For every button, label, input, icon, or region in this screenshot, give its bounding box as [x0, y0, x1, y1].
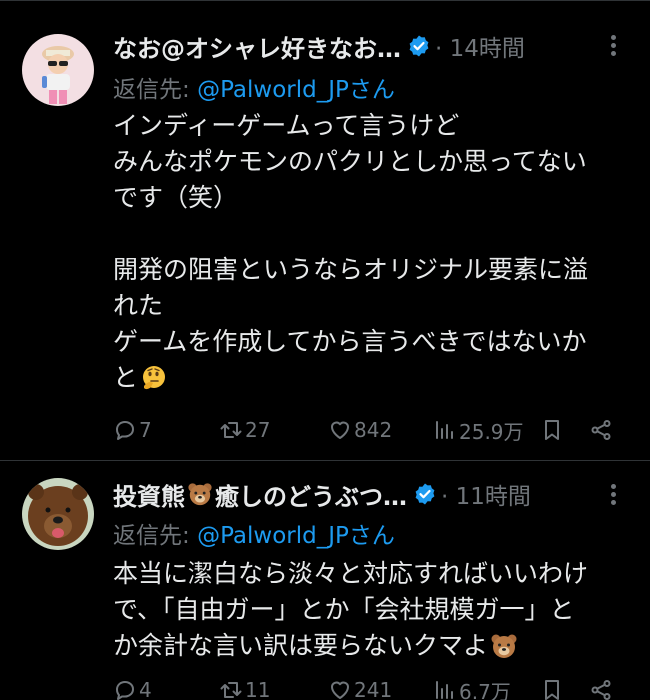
text-line: インディーゲームって言うけど [113, 111, 460, 140]
heart-icon [331, 421, 349, 439]
share-icon [591, 420, 611, 440]
text-line: れた [113, 291, 164, 320]
retweet-icon [220, 422, 242, 438]
bear-face-icon [188, 483, 212, 506]
like-count: 241 [354, 678, 393, 700]
bookmark-button[interactable] [540, 410, 566, 450]
bear-face-icon [491, 634, 517, 658]
action-bar: 4 11 241 6.7万 [113, 670, 632, 700]
retweet-button[interactable]: 27 [219, 410, 270, 450]
text-line-with-emoji: か余計な言い訳は要らないクマよ [113, 628, 633, 664]
reply-prefix: 返信先: [113, 77, 198, 103]
author-name-suffix[interactable]: 癒しのどうぶつ… [215, 477, 407, 512]
text-line: 開発の阻害というならオリジナル要素に溢 [113, 255, 589, 284]
like-button[interactable]: 241 [328, 670, 392, 700]
avatar[interactable] [22, 34, 94, 106]
avatar[interactable] [22, 478, 94, 550]
more-options-icon[interactable] [598, 482, 628, 506]
view-count: 25.9万 [459, 419, 524, 444]
retweet-icon [220, 682, 242, 698]
tweet-text: 本当に潔白なら淡々と対応すればいいわけ で、「自由ガー」とか「会社規模ガ一」と … [113, 556, 633, 664]
tweet-text: インディーゲームって言うけど みんなポケモンのパクリとしか思ってない です（笑）… [113, 108, 633, 396]
share-icon [591, 680, 611, 700]
views-chart-icon [436, 421, 453, 439]
text-line: で、「自由ガー」とか「会社規模ガ一」と [113, 595, 575, 624]
reply-button[interactable]: 7 [113, 410, 152, 450]
action-bar: 7 27 842 25.9万 [113, 410, 632, 450]
text-line [113, 216, 633, 252]
reply-count: 4 [139, 678, 152, 700]
reply-button[interactable]: 4 [113, 670, 152, 700]
text-line: と [113, 363, 139, 392]
reply-to-line: 返信先: @Palworld_JPさん [113, 516, 395, 550]
text-line: みんなポケモンのパクリとしか思ってない [113, 147, 587, 176]
text-line: ゲームを作成してから言うべきではないか [113, 327, 587, 356]
views-chart-icon [436, 681, 453, 699]
verified-badge-icon [409, 35, 429, 57]
like-count: 842 [354, 418, 393, 442]
reply-to-line: 返信先: @Palworld_JPさん [113, 70, 395, 104]
author-name[interactable]: 投資熊 [113, 477, 185, 512]
reply-icon [116, 681, 134, 700]
verified-badge-icon [415, 483, 435, 505]
tweet-1[interactable]: なお@オシャレ好きなお… · 14時間 返信先: @Palworld_JPさん … [0, 0, 650, 461]
tweet-header: 投資熊 癒しのどうぶつ… · 11時間 [113, 476, 630, 512]
tweet-header: なお@オシャレ好きなお… · 14時間 [113, 28, 630, 64]
bookmark-icon [545, 680, 559, 700]
view-count: 6.7万 [459, 679, 511, 700]
more-options-icon[interactable] [598, 33, 628, 57]
tweet-2[interactable]: 投資熊 癒しのどうぶつ… · 11時間 返信先: @Palworld_JPさん … [0, 462, 650, 700]
reply-icon [116, 421, 134, 440]
reply-handle-link[interactable]: @Palworld_JPさん [197, 523, 395, 549]
timestamp[interactable]: · 11時間 [441, 477, 531, 511]
reply-prefix: 返信先: [113, 523, 198, 549]
share-button[interactable] [589, 410, 615, 450]
retweet-count: 11 [245, 678, 271, 700]
timestamp[interactable]: · 14時間 [435, 29, 525, 63]
views-button[interactable]: 6.7万 [433, 670, 511, 700]
bookmark-icon [545, 420, 559, 440]
like-button[interactable]: 842 [328, 410, 392, 450]
reply-count: 7 [139, 418, 152, 442]
retweet-button[interactable]: 11 [219, 670, 270, 700]
text-line: です（笑） [113, 183, 239, 212]
text-line: 本当に潔白なら淡々と対応すればいいわけ [113, 559, 589, 588]
views-button[interactable]: 25.9万 [433, 410, 524, 450]
retweet-count: 27 [245, 418, 271, 442]
heart-icon [331, 681, 349, 699]
reply-handle-link[interactable]: @Palworld_JPさん [197, 77, 395, 103]
text-line: か余計な言い訳は要らないクマよ [113, 631, 489, 660]
author-name[interactable]: なお@オシャレ好きなお… [113, 29, 401, 64]
text-line-with-emoji: と [113, 360, 633, 396]
share-button[interactable] [589, 670, 615, 700]
thinking-face-icon [143, 366, 166, 390]
bookmark-button[interactable] [540, 670, 566, 700]
